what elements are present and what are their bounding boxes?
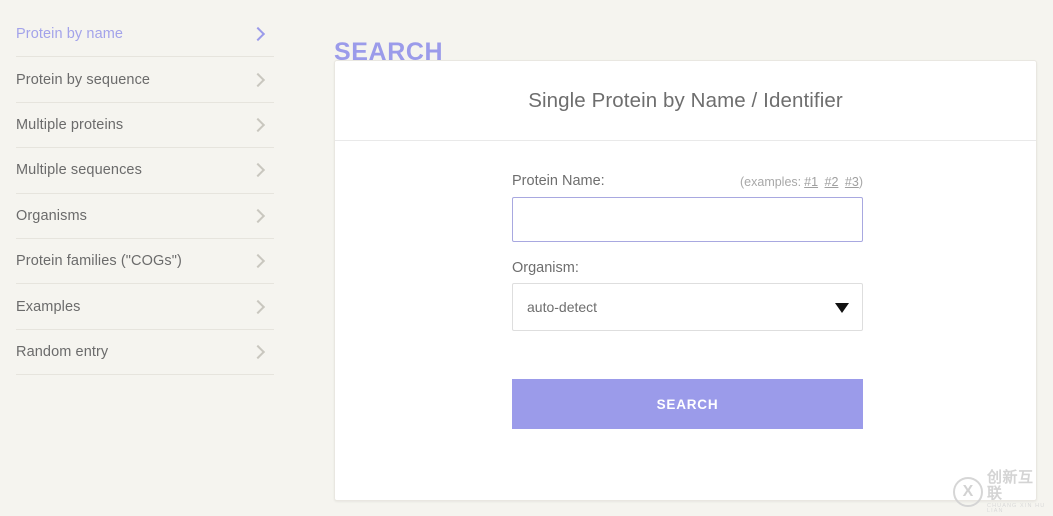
- sidebar-item-label: Protein families ("COGs"): [16, 253, 182, 270]
- sidebar-item-label: Random entry: [16, 343, 109, 360]
- organism-selected-value: auto-detect: [527, 299, 598, 315]
- card-header: Single Protein by Name / Identifier: [335, 61, 1036, 141]
- protein-name-row: Protein Name: (examples: #1 #2 #3): [512, 173, 863, 189]
- chevron-right-icon: [252, 300, 266, 314]
- sidebar-item-label: Examples: [16, 298, 81, 315]
- circle-x-logo-icon: [953, 477, 983, 507]
- page-root: Protein by name Protein by sequence Mult…: [0, 0, 1053, 516]
- protein-name-input[interactable]: [512, 197, 863, 242]
- card-title: Single Protein by Name / Identifier: [528, 88, 843, 112]
- examples-prefix: (examples:: [740, 175, 802, 189]
- search-form: Protein Name: (examples: #1 #2 #3) Organi…: [512, 173, 863, 429]
- example-link-1[interactable]: #1: [804, 175, 818, 189]
- search-button[interactable]: SEARCH: [512, 379, 863, 429]
- sidebar-item-protein-by-name[interactable]: Protein by name: [16, 12, 274, 58]
- chevron-right-icon: [252, 254, 266, 268]
- sidebar-item-label: Organisms: [16, 207, 87, 224]
- chevron-right-icon: [252, 118, 266, 132]
- chevron-right-icon: [252, 345, 266, 359]
- sidebar-item-multiple-proteins[interactable]: Multiple proteins: [16, 103, 274, 149]
- chevron-right-icon: [252, 27, 266, 41]
- watermark-chinese: 创新互联: [987, 467, 1034, 502]
- organism-select-wrap: auto-detect: [512, 283, 863, 331]
- sidebar-item-label: Protein by name: [16, 26, 124, 43]
- example-link-3[interactable]: #3: [845, 175, 859, 189]
- protein-name-label: Protein Name:: [512, 173, 605, 189]
- watermark-pinyin: CHUANG XIN HU LIAN: [987, 502, 1046, 514]
- examples-links: (examples: #1 #2 #3): [740, 175, 863, 189]
- organism-select[interactable]: auto-detect: [512, 283, 863, 331]
- example-link-2[interactable]: #2: [825, 175, 839, 189]
- search-card: Single Protein by Name / Identifier Prot…: [334, 60, 1037, 501]
- sidebar-item-protein-families[interactable]: Protein families ("COGs"): [16, 239, 274, 285]
- organism-label: Organism:: [512, 260, 579, 276]
- sidebar: Protein by name Protein by sequence Mult…: [0, 0, 290, 516]
- sidebar-item-multiple-sequences[interactable]: Multiple sequences: [16, 148, 274, 194]
- card-body: Protein Name: (examples: #1 #2 #3) Organi…: [335, 141, 1036, 429]
- sidebar-item-label: Multiple sequences: [16, 162, 142, 179]
- sidebar-item-protein-by-sequence[interactable]: Protein by sequence: [16, 57, 274, 103]
- sidebar-item-label: Protein by sequence: [16, 71, 151, 88]
- examples-suffix: ): [858, 175, 863, 189]
- sidebar-item-random-entry[interactable]: Random entry: [16, 330, 274, 376]
- sidebar-item-examples[interactable]: Examples: [16, 284, 274, 330]
- chevron-right-icon: [252, 163, 266, 177]
- main-content: SEARCH Single Protein by Name / Identifi…: [290, 0, 1053, 516]
- sidebar-item-label: Multiple proteins: [16, 116, 124, 133]
- watermark: 创新互联 CHUANG XIN HU LIAN: [953, 469, 1047, 514]
- watermark-text: 创新互联 CHUANG XIN HU LIAN: [987, 467, 1047, 515]
- chevron-right-icon: [252, 209, 266, 223]
- sidebar-item-organisms[interactable]: Organisms: [16, 194, 274, 239]
- chevron-right-icon: [252, 73, 266, 87]
